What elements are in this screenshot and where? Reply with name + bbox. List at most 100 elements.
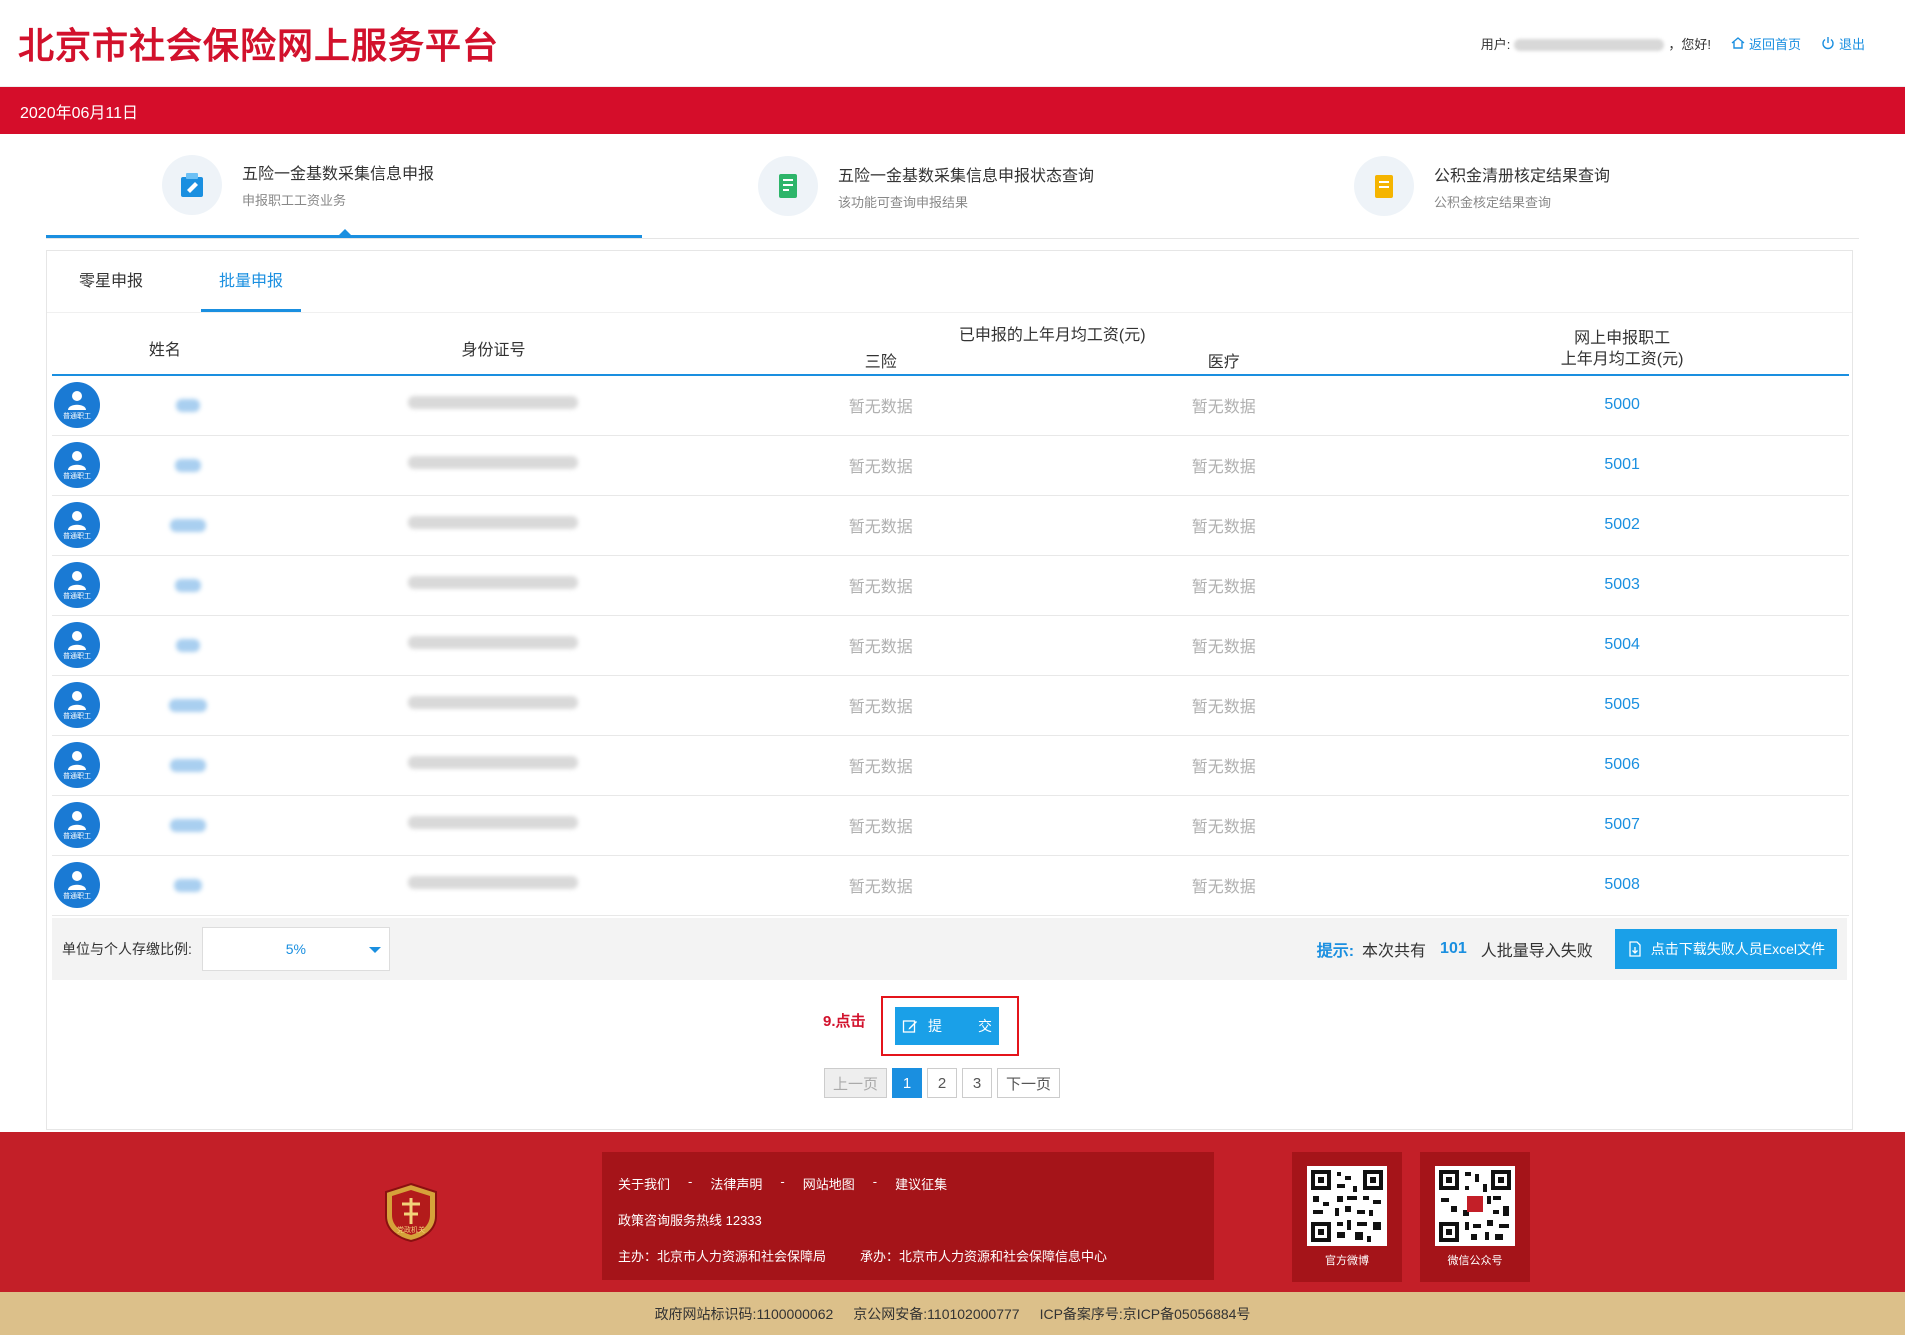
footer-link-about[interactable]: 关于我们 — [618, 1174, 670, 1193]
qr-wechat-label: 微信公众号 — [1447, 1255, 1503, 1267]
col-three-insurance: 三险 — [864, 353, 897, 371]
qr-weibo-label: 官方微博 — [1325, 1255, 1369, 1267]
submit-area: 9.点击 提 交 — [47, 996, 1852, 1056]
feature-tab-declare[interactable]: 五险一金基数采集信息申报 申报职工工资业务 — [46, 134, 642, 238]
file-download-icon — [1629, 940, 1641, 957]
footer-host: 主办：北京市人力资源和社会保障局 — [618, 1249, 827, 1264]
col-online-line2: 上年月均工资(元) — [1560, 350, 1684, 368]
feature-tabs: 五险一金基数采集信息申报 申报职工工资业务 五险一金基数采集信息申报状态查询 该… — [46, 134, 1859, 239]
table-row: 普通职工 暂无数据 暂无数据 5002 — [52, 495, 1849, 556]
cell-name: 普通职工 — [52, 435, 278, 496]
cell-online-wage[interactable]: 5006 — [1395, 735, 1849, 796]
col-reported-wage: 已申报的上年月均工资(元) — [958, 327, 1146, 344]
feature-tab-status[interactable]: 五险一金基数采集信息申报状态查询 该功能可查询申报结果 — [642, 134, 1238, 238]
user-icon — [68, 871, 86, 890]
id-number-redacted — [408, 576, 579, 589]
cell-three-insurance: 暂无数据 — [709, 375, 1053, 436]
prev-page-button[interactable]: 上一页 — [824, 1068, 888, 1098]
declare-subtabs: 零星申报 批量申报 — [47, 251, 1852, 313]
employee-name-redacted[interactable] — [170, 518, 206, 532]
document-list-icon — [779, 174, 797, 198]
cell-medical: 暂无数据 — [1052, 555, 1396, 616]
next-page-button[interactable]: 下一页 — [997, 1068, 1061, 1098]
feature-tab-result[interactable]: 公积金清册核定结果查询 公积金核定结果查询 — [1238, 134, 1834, 238]
tab-single-declare[interactable]: 零星申报 — [61, 251, 161, 312]
cell-online-wage[interactable]: 5005 — [1395, 675, 1849, 736]
cell-online-wage[interactable]: 5000 — [1395, 375, 1849, 436]
employee-name-redacted[interactable] — [169, 698, 207, 712]
emblem-text: 党政机关 — [397, 1225, 425, 1234]
employee-name-redacted[interactable] — [176, 638, 200, 652]
current-date: 2020年06月11日 — [20, 104, 139, 122]
avatar-label: 普通职工 — [63, 713, 91, 720]
cell-three-insurance: 暂无数据 — [709, 495, 1053, 556]
submit-label-right: 交 — [978, 1018, 992, 1034]
qr-weibo[interactable]: 官方微博 — [1292, 1152, 1402, 1282]
qr-wechat[interactable]: 微信公众号 — [1420, 1152, 1530, 1282]
cell-name: 普通职工 — [52, 495, 278, 556]
id-number-redacted — [408, 456, 579, 469]
avatar-label: 普通职工 — [63, 653, 91, 660]
employee-name-redacted[interactable] — [175, 458, 201, 472]
footer-link-sitemap[interactable]: 网站地图 — [803, 1174, 855, 1193]
footer-link-suggest[interactable]: 建议征集 — [895, 1174, 947, 1193]
cell-online-wage[interactable]: 5002 — [1395, 495, 1849, 556]
page-3-button[interactable]: 3 — [962, 1068, 993, 1098]
feature-title: 公积金清册核定结果查询 — [1434, 167, 1611, 185]
footer-link-legal[interactable]: 法律声明 — [710, 1174, 762, 1193]
employee-name-redacted[interactable] — [176, 398, 200, 412]
cell-medical: 暂无数据 — [1052, 435, 1396, 496]
avatar-label: 普通职工 — [63, 773, 91, 780]
cell-name: 普通职工 — [52, 855, 278, 916]
home-link[interactable]: 返回首页 — [1731, 34, 1801, 53]
cell-id — [277, 735, 710, 796]
avatar: 普通职工 — [54, 742, 100, 788]
step-annotation: 9.点击 — [823, 1013, 866, 1030]
cell-id — [277, 495, 710, 556]
ratio-label: 单位与个人存缴比例: — [62, 940, 192, 957]
user-icon — [68, 691, 86, 710]
logout-link[interactable]: 退出 — [1821, 34, 1865, 53]
cell-online-wage[interactable]: 5008 — [1395, 855, 1849, 916]
cell-online-wage[interactable]: 5007 — [1395, 795, 1849, 856]
feature-icon-status-wrap — [758, 156, 818, 216]
feature-subtitle: 公积金核定结果查询 — [1434, 194, 1552, 210]
cell-three-insurance: 暂无数据 — [709, 435, 1053, 496]
employee-name-redacted[interactable] — [175, 578, 201, 592]
cell-three-insurance: 暂无数据 — [709, 855, 1053, 916]
ratio-select[interactable]: 5% — [201, 926, 390, 971]
user-icon — [68, 631, 86, 650]
cell-name: 普通职工 — [52, 795, 278, 856]
emblem-icon: 党政机关 — [385, 1182, 437, 1243]
page-1-button[interactable]: 1 — [892, 1068, 923, 1098]
party-gov-emblem: 党政机关 — [384, 1182, 438, 1243]
cell-name: 普通职工 — [52, 675, 278, 736]
cell-online-wage[interactable]: 5001 — [1395, 435, 1849, 496]
employee-name-redacted[interactable] — [170, 758, 206, 772]
cell-online-wage[interactable]: 5004 — [1395, 615, 1849, 676]
submit-button[interactable]: 提 交 — [895, 1007, 999, 1045]
page-2-button[interactable]: 2 — [927, 1068, 958, 1098]
tab-batch-declare[interactable]: 批量申报 — [201, 251, 301, 312]
qr-code-icon — [1435, 1166, 1515, 1246]
download-failed-button[interactable]: 点击下载失败人员Excel文件 — [1614, 928, 1837, 969]
feature-subtitle: 申报职工工资业务 — [242, 193, 347, 208]
download-failed-label: 点击下载失败人员Excel文件 — [1650, 940, 1825, 957]
employee-name-redacted[interactable] — [170, 818, 206, 832]
cell-name: 普通职工 — [52, 615, 278, 676]
feature-title: 五险一金基数采集信息申报 — [242, 166, 435, 183]
qr-code-icon — [1307, 1166, 1387, 1246]
cell-medical: 暂无数据 — [1052, 615, 1396, 676]
table-row: 普通职工 暂无数据 暂无数据 5007 — [52, 795, 1849, 856]
cell-id — [277, 615, 710, 676]
cell-id — [277, 435, 710, 496]
table-row: 普通职工 暂无数据 暂无数据 5005 — [52, 675, 1849, 736]
cell-medical: 暂无数据 — [1052, 795, 1396, 856]
submit-label-left: 提 — [928, 1018, 942, 1034]
cell-online-wage[interactable]: 5003 — [1395, 555, 1849, 616]
cell-medical: 暂无数据 — [1052, 375, 1396, 436]
employee-name-redacted[interactable] — [174, 878, 202, 892]
gov-site-id: 政府网站标识码:1100000062 — [654, 1305, 834, 1322]
table-row: 普通职工 暂无数据 暂无数据 5000 — [52, 375, 1849, 436]
footer-sep: - — [872, 1174, 878, 1189]
